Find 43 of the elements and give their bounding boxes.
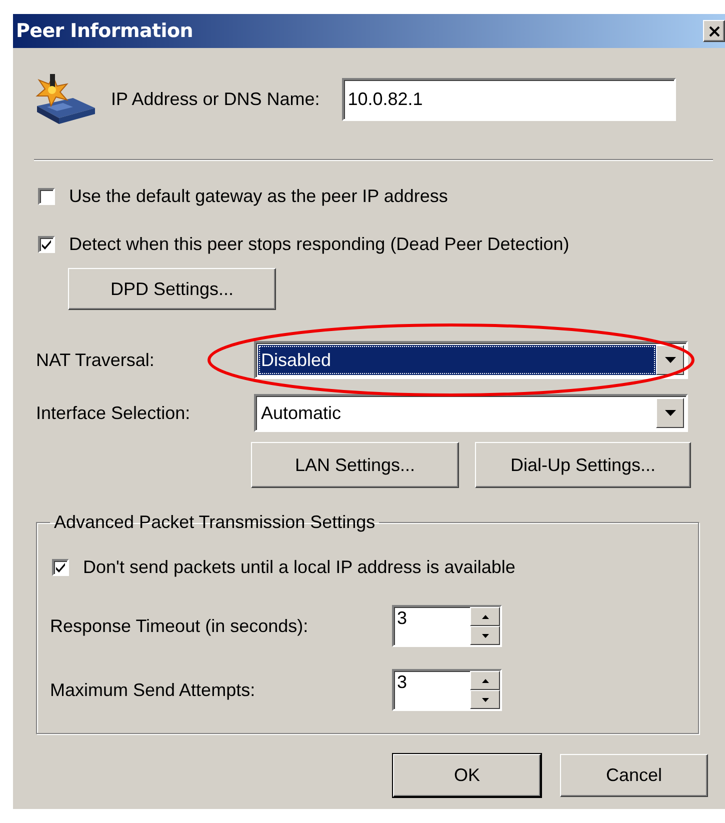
caret-icon xyxy=(664,410,676,416)
field-label: Interface Selection: xyxy=(36,402,192,424)
close-icon xyxy=(708,26,720,36)
cancel-button[interactable]: Cancel xyxy=(560,754,708,797)
field-label: IP Address or DNS Name: xyxy=(111,88,320,110)
dropdown[interactable]: Disabled xyxy=(254,341,688,379)
field-label: NAT Traversal: xyxy=(36,350,156,370)
dropdown[interactable]: Automatic xyxy=(254,394,688,432)
up-arrow-icon xyxy=(482,678,488,682)
check-icon xyxy=(41,238,52,250)
close-button[interactable] xyxy=(703,20,725,42)
dropdown-value: Automatic xyxy=(260,402,342,424)
spin-up-button[interactable] xyxy=(470,607,500,626)
checkbox[interactable] xyxy=(38,236,55,252)
spin-value: 3 xyxy=(396,671,408,694)
checkbox[interactable] xyxy=(52,558,69,576)
spin-value: 3 xyxy=(396,607,408,630)
spin-down-button[interactable] xyxy=(470,690,500,709)
checkbox-label[interactable]: Detect when this peer stops responding (Dead Peer Detection) xyxy=(69,234,570,254)
dpd-settings-button[interactable]: DPD Settings... xyxy=(68,268,276,310)
spin-box[interactable]: 3 xyxy=(392,669,502,711)
field-label: Maximum Send Attempts: xyxy=(50,680,256,700)
lan-settings-button[interactable]: LAN Settings... xyxy=(251,442,459,488)
checkbox-label[interactable]: Use the default gateway as the peer IP address xyxy=(69,186,448,206)
check-icon xyxy=(55,562,66,572)
dial-up-settings-button[interactable]: Dial-Up Settings... xyxy=(475,442,691,488)
spin-box[interactable]: 3 xyxy=(392,605,502,647)
caret-icon xyxy=(664,357,676,363)
down-arrow-icon xyxy=(482,634,488,638)
down-arrow-icon xyxy=(482,698,488,702)
checkbox[interactable] xyxy=(38,188,55,204)
group-title: Advanced Packet Transmission Settings xyxy=(53,512,376,533)
ip-address-field[interactable]: 10.0.82.1 xyxy=(342,78,676,120)
dropdown-value: Disabled xyxy=(258,345,656,375)
checkbox-label[interactable]: Don't send packets until a local IP address is available xyxy=(83,556,516,578)
window-title: Peer Information xyxy=(16,20,193,42)
spin-up-button[interactable] xyxy=(470,671,500,690)
dropdown-button[interactable] xyxy=(656,398,684,428)
ok-button[interactable]: OK xyxy=(393,754,541,797)
field-label: Response Timeout (in seconds): xyxy=(50,616,310,636)
spin-down-button[interactable] xyxy=(470,626,500,645)
up-arrow-icon xyxy=(482,614,488,618)
router-icon xyxy=(36,74,95,124)
